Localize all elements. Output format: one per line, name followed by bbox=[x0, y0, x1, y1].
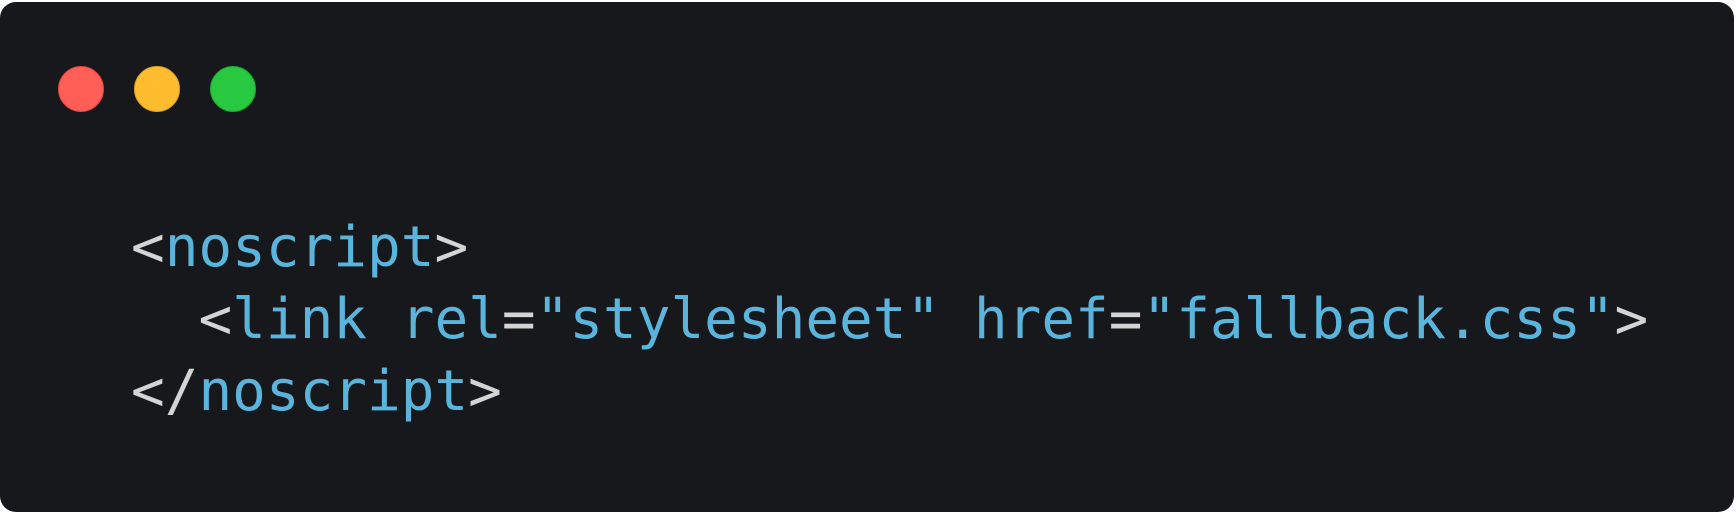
tag-open-bracket: < bbox=[131, 215, 165, 280]
window-controls bbox=[58, 66, 256, 112]
attribute-value: "fallback.css" bbox=[1142, 287, 1615, 352]
tag-name: link bbox=[232, 287, 368, 352]
code-window: <noscript> <link rel="stylesheet" href="… bbox=[0, 2, 1734, 512]
tag-close-bracket: > bbox=[434, 215, 469, 280]
minimize-icon[interactable] bbox=[134, 66, 180, 112]
maximize-icon[interactable] bbox=[210, 66, 256, 112]
code-line: </noscript> bbox=[131, 356, 1648, 428]
equals-sign: = bbox=[1108, 287, 1143, 352]
tag-close-bracket: > bbox=[1614, 287, 1649, 352]
tag-close-bracket: > bbox=[468, 359, 502, 424]
attribute-name: href bbox=[973, 287, 1109, 352]
code-line: <link rel="stylesheet" href="fallback.cs… bbox=[131, 284, 1648, 356]
equals-sign: = bbox=[501, 287, 536, 352]
code-line: <noscript> bbox=[131, 212, 1648, 284]
attribute-value: "stylesheet" bbox=[535, 287, 941, 352]
code-block: <noscript> <link rel="stylesheet" href="… bbox=[131, 212, 1648, 428]
tag-open-bracket: < bbox=[198, 287, 233, 352]
tag-name: noscript bbox=[164, 215, 435, 280]
attribute-name: rel bbox=[400, 287, 502, 352]
tag-name: noscript bbox=[198, 359, 469, 424]
close-icon[interactable] bbox=[58, 66, 104, 112]
tag-open-bracket: </ bbox=[131, 359, 199, 424]
